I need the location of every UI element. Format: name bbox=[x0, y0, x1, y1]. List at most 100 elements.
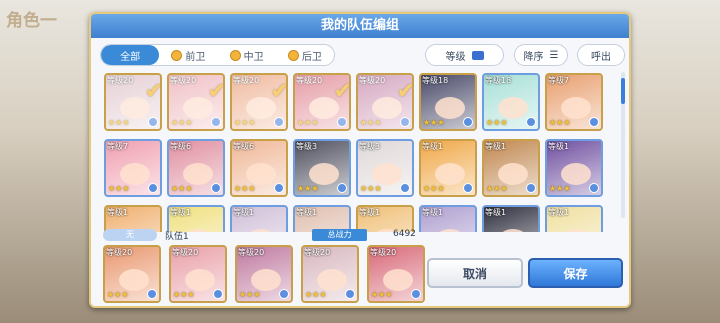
character-card[interactable]: 等级1 bbox=[293, 205, 351, 232]
order-button[interactable]: 降序 ☰ bbox=[514, 44, 568, 66]
order-label: 降序 bbox=[523, 51, 544, 63]
tab-all-label: 全部 bbox=[120, 51, 141, 63]
check-icon: ✔ bbox=[333, 79, 351, 104]
team-member-card[interactable]: 等级20 ★★★ bbox=[367, 245, 425, 303]
character-level: 等级20 bbox=[106, 248, 133, 257]
character-portrait bbox=[120, 163, 150, 185]
cancel-button[interactable]: 取消 bbox=[427, 258, 523, 288]
character-card[interactable]: 等级7 ★★★ bbox=[104, 139, 162, 197]
descending-icon: ☰ bbox=[549, 49, 559, 61]
star-rating: ★★★ bbox=[371, 290, 393, 299]
character-portrait bbox=[498, 97, 528, 119]
character-card[interactable]: 等级7 ★★★ bbox=[545, 73, 603, 131]
check-icon: ✔ bbox=[396, 79, 414, 104]
team-member-card[interactable]: 等级20 ★★★ bbox=[169, 245, 227, 303]
position-arrow-icon bbox=[589, 117, 599, 127]
character-card[interactable]: 等级18 ★★★ bbox=[419, 73, 477, 131]
character-card[interactable]: 等级20 ★★★ ✔ bbox=[230, 73, 288, 131]
tab-front-label: 前卫 bbox=[185, 51, 206, 63]
character-level: 等级1 bbox=[422, 142, 444, 151]
character-card[interactable]: 等级1 ★★★ bbox=[419, 139, 477, 197]
character-card[interactable]: 等级1 ★★★ bbox=[482, 139, 540, 197]
character-card[interactable]: 等级3 ★★★ bbox=[356, 139, 414, 197]
position-arrow-icon bbox=[400, 117, 410, 127]
tab-middle[interactable]: 中卫 bbox=[218, 45, 276, 65]
team-member-card[interactable]: 等级20 ★★★ bbox=[301, 245, 359, 303]
character-portrait bbox=[498, 163, 528, 185]
front-icon bbox=[171, 49, 183, 61]
character-card[interactable]: 等级20 ★★★ ✔ bbox=[167, 73, 225, 131]
character-portrait bbox=[309, 97, 339, 119]
star-rating: ★★★ bbox=[305, 290, 327, 299]
position-arrow-icon bbox=[211, 117, 221, 127]
character-level: 等级18 bbox=[422, 76, 449, 85]
character-portrait bbox=[119, 269, 149, 291]
character-level: 等级1 bbox=[485, 142, 507, 151]
character-portrait bbox=[183, 163, 213, 185]
sort-button[interactable]: 等级 bbox=[425, 44, 504, 66]
position-arrow-icon bbox=[411, 289, 421, 299]
position-arrow-icon bbox=[213, 289, 223, 299]
position-arrow-icon bbox=[345, 289, 355, 299]
character-card[interactable]: 等级1 bbox=[482, 205, 540, 232]
filter-toolbar: 全部 前卫 中卫 后卫 等级 降序 ☰ 呼出 bbox=[100, 44, 625, 66]
total-power-value: 6492 bbox=[393, 229, 416, 239]
character-level: 等级1 bbox=[422, 208, 444, 217]
tab-all[interactable]: 全部 bbox=[101, 45, 160, 65]
character-portrait bbox=[561, 229, 591, 232]
character-card[interactable]: 等级1 bbox=[230, 205, 288, 232]
position-arrow-icon bbox=[526, 183, 536, 193]
character-card[interactable]: 等级20 ★★★ ✔ bbox=[104, 73, 162, 131]
character-grid: 等级20 ★★★ ✔ 等级20 ★★★ ✔ 等级20 ★★★ ✔ 等级20 ★★★ ✔ 等级20 ★★★ ✔… bbox=[103, 72, 621, 232]
team-edit-dialog: 我的队伍编组 全部 前卫 中卫 后卫 等级 降序 ☰ 呼出 等级20 ★★★ ✔ 等级2… bbox=[89, 12, 631, 308]
check-icon: ✔ bbox=[270, 79, 288, 104]
character-portrait bbox=[120, 97, 150, 119]
character-portrait bbox=[561, 163, 591, 185]
character-card[interactable]: 等级1 bbox=[167, 205, 225, 232]
character-card[interactable]: 等级20 ★★★ ✔ bbox=[293, 73, 351, 131]
star-rating: ★★★ bbox=[486, 184, 508, 193]
call-button[interactable]: 呼出 bbox=[577, 44, 625, 66]
character-portrait bbox=[183, 97, 213, 119]
character-portrait bbox=[435, 163, 465, 185]
character-level: 等级1 bbox=[548, 142, 570, 151]
position-arrow-icon bbox=[400, 183, 410, 193]
star-rating: ★★★ bbox=[239, 290, 261, 299]
position-arrow-icon bbox=[589, 183, 599, 193]
character-card[interactable]: 等级3 ★★★ bbox=[293, 139, 351, 197]
character-card[interactable]: 等级1 bbox=[419, 205, 477, 232]
character-level: 等级18 bbox=[485, 76, 512, 85]
check-icon: ✔ bbox=[144, 79, 162, 104]
star-rating: ★★★ bbox=[107, 290, 129, 299]
character-card[interactable]: 等级1 bbox=[104, 205, 162, 232]
star-rating: ★★★ bbox=[486, 118, 508, 127]
team-member-card[interactable]: 等级20 ★★★ bbox=[103, 245, 161, 303]
character-card[interactable]: 等级1 bbox=[356, 205, 414, 232]
character-card[interactable]: 等级1 ★★★ bbox=[545, 139, 603, 197]
character-card[interactable]: 等级1 bbox=[545, 205, 603, 232]
character-level: 等级1 bbox=[170, 208, 192, 217]
character-card[interactable]: 等级6 ★★★ bbox=[230, 139, 288, 197]
character-card[interactable]: 等级6 ★★★ bbox=[167, 139, 225, 197]
save-button[interactable]: 保存 bbox=[528, 258, 623, 288]
character-level: 等级20 bbox=[238, 248, 265, 257]
character-level: 等级20 bbox=[107, 76, 134, 85]
position-arrow-icon bbox=[211, 183, 221, 193]
character-portrait bbox=[435, 229, 465, 232]
team-slot-tag: 无 bbox=[103, 229, 157, 241]
character-level: 等级20 bbox=[359, 76, 386, 85]
team-name: 队伍1 bbox=[165, 232, 189, 242]
position-arrow-icon bbox=[463, 117, 473, 127]
character-level: 等级7 bbox=[107, 142, 129, 151]
character-level: 等级20 bbox=[304, 248, 331, 257]
team-member-card[interactable]: 等级20 ★★★ bbox=[235, 245, 293, 303]
star-rating: ★★★ bbox=[171, 118, 193, 127]
tab-front[interactable]: 前卫 bbox=[159, 45, 217, 65]
character-card[interactable]: 等级20 ★★★ ✔ bbox=[356, 73, 414, 131]
character-level: 等级6 bbox=[233, 142, 255, 151]
grid-scrollbar-thumb[interactable] bbox=[621, 78, 625, 104]
star-rating: ★★★ bbox=[549, 118, 571, 127]
character-card[interactable]: 等级18 ★★★ bbox=[482, 73, 540, 131]
tab-back[interactable]: 后卫 bbox=[276, 45, 334, 65]
character-level: 等级1 bbox=[548, 208, 570, 217]
